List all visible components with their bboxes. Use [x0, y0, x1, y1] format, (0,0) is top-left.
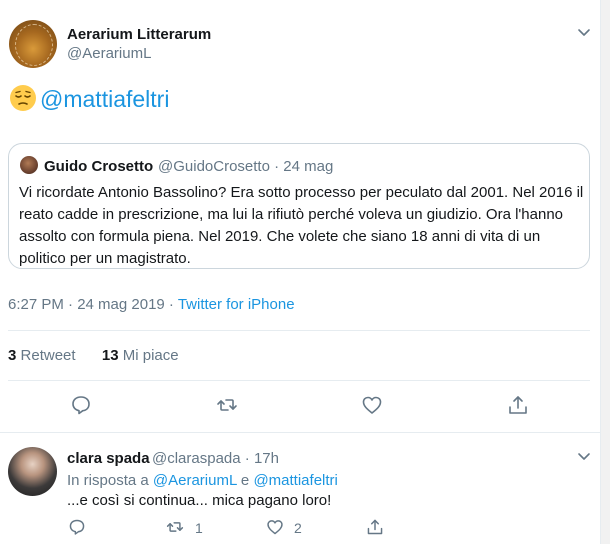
retweets-stat[interactable]: 3 Retweet: [8, 347, 76, 364]
in-reply-to: In risposta a @AerariumL e @mattiafeltri: [67, 472, 338, 489]
in-reply-and: e: [236, 472, 254, 489]
in-reply-user-link[interactable]: @AerariumL: [153, 472, 237, 489]
quote-text: Vi ricordate Antonio Bassolino? Era sott…: [19, 184, 584, 267]
quoted-tweet[interactable]: Guido Crosetto @GuidoCrosetto · 24 mag V…: [8, 143, 590, 269]
main-tweet: Aerarium Litterarum @AerariumL @mattiafe…: [0, 0, 600, 432]
reply-author-handle[interactable]: @claraspada · 17h: [152, 450, 279, 467]
quote-author-handle[interactable]: @GuidoCrosetto · 24 mag: [158, 158, 333, 175]
chevron-down-icon[interactable]: [576, 24, 592, 40]
likes-stat[interactable]: 13 Mi piace: [102, 347, 179, 364]
share-icon[interactable]: [507, 394, 529, 416]
avatar[interactable]: [9, 20, 57, 68]
retweet-icon[interactable]: [216, 394, 238, 416]
like-icon[interactable]: [361, 394, 383, 416]
likes-label: Mi piace: [122, 347, 179, 364]
in-reply-user-link[interactable]: @mattiafeltri: [253, 472, 337, 489]
timestamp[interactable]: 6:27 PM · 24 mag 2019 ·: [8, 296, 178, 313]
reply-icon[interactable]: [68, 518, 86, 536]
pensive-face-icon: [10, 85, 36, 111]
quote-author-name[interactable]: Guido Crosetto: [44, 158, 153, 175]
tweet-separator: [0, 432, 600, 433]
like-icon[interactable]: [266, 518, 284, 536]
retweets-label: Retweet: [20, 347, 76, 364]
mention-link[interactable]: @mattiafeltri: [40, 86, 169, 113]
source-link[interactable]: Twitter for iPhone: [178, 296, 295, 313]
retweets-count: 3: [8, 347, 17, 364]
reply-retweet-count: 1: [195, 520, 203, 536]
quote-avatar[interactable]: [20, 156, 38, 174]
author-name[interactable]: Aerarium Litterarum: [67, 26, 211, 43]
scrollbar[interactable]: [600, 0, 610, 544]
tweet-stats: 3 Retweet 13 Mi piace: [8, 347, 179, 364]
likes-count: 13: [101, 347, 119, 364]
reply-like-count: 2: [294, 520, 302, 536]
author-handle[interactable]: @AerariumL: [67, 45, 151, 62]
chevron-down-icon[interactable]: [576, 448, 592, 464]
reply-avatar[interactable]: [8, 447, 57, 496]
reply-text: ...e così si continua... mica pagano lor…: [67, 492, 332, 509]
tweet-meta: 6:27 PM · 24 mag 2019 · Twitter for iPho…: [8, 296, 295, 313]
divider: [8, 380, 590, 381]
reply-icon[interactable]: [70, 394, 92, 416]
reply-author-name[interactable]: clara spada: [67, 450, 150, 467]
divider: [8, 330, 590, 331]
retweet-icon[interactable]: [166, 518, 184, 536]
in-reply-prefix: In risposta a: [67, 472, 153, 489]
share-icon[interactable]: [366, 518, 384, 536]
